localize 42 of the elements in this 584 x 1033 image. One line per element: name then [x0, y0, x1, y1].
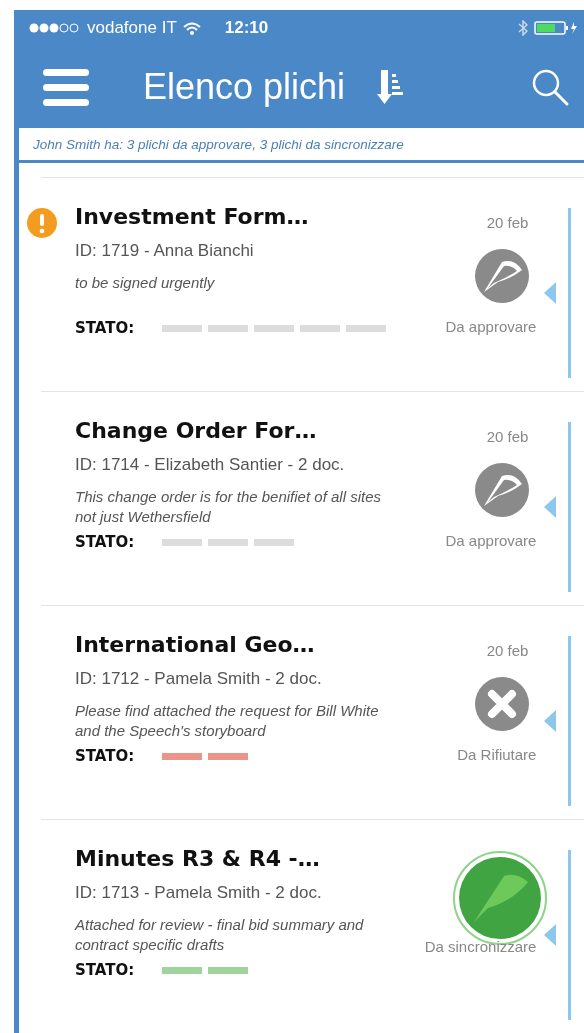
stato-label: STATO:: [75, 961, 135, 979]
swipe-arrow-icon: [544, 496, 557, 518]
sort-button[interactable]: [377, 68, 406, 106]
item-status: Da approvare: [445, 318, 537, 335]
item-status: Da approvare: [445, 532, 537, 549]
item-title: Change Order For…: [75, 418, 318, 443]
stato-label: STATO:: [75, 533, 135, 551]
item-note: Attached for review - final bid summary and contract specific drafts: [75, 915, 365, 955]
item-title: Investment Form…: [75, 204, 310, 229]
swipe-arrow-icon: [544, 924, 557, 946]
stato-label: STATO:: [75, 319, 135, 337]
item-date: 20 feb: [486, 214, 530, 233]
item-status: Da Rifiutare: [457, 746, 537, 763]
item-date: 20 feb: [486, 428, 530, 447]
carrier-name: vodafone IT: [87, 18, 177, 38]
signal-icon: [29, 22, 81, 34]
search-button[interactable]: [530, 67, 570, 107]
item-note: This change order is for the benifiet of all sites not just Wethersfield: [75, 487, 382, 527]
swipe-bar[interactable]: [568, 636, 572, 806]
item-note: Please find attached the request for Bill White and the Speech's storyboard: [75, 701, 380, 741]
bluetooth-icon: [518, 20, 528, 36]
item-date: 20 feb: [486, 642, 530, 661]
item-note: to be signed urgently: [75, 273, 216, 293]
battery-icon: [534, 21, 578, 35]
page-title: Elenco plichi: [143, 66, 346, 108]
stato-label: STATO:: [75, 747, 135, 765]
item-title: International Geo…: [75, 632, 316, 657]
item-meta: ID: 1714 - Elizabeth Santier - 2 doc.: [75, 455, 346, 475]
swipe-bar[interactable]: [568, 850, 572, 1020]
clock-time: 12:10: [224, 18, 269, 38]
swipe-bar[interactable]: [568, 422, 572, 592]
swipe-arrow-icon: [544, 710, 557, 732]
item-meta: ID: 1712 - Pamela Smith - 2 doc.: [75, 669, 323, 689]
swipe-arrow-icon: [544, 282, 557, 304]
item-title: Minutes R3 & R4 -…: [75, 846, 321, 871]
summary-text: John Smith ha: 3 plichi da approvare, 3 plichi da sincronizzare: [33, 136, 404, 152]
swipe-bar[interactable]: [568, 208, 572, 378]
item-meta: ID: 1713 - Pamela Smith - 2 doc.: [75, 883, 323, 903]
item-status: Da sincronizzare: [424, 938, 537, 955]
menu-button[interactable]: [43, 67, 89, 107]
item-meta: ID: 1719 - Anna Bianchi: [75, 241, 255, 261]
wifi-icon: [182, 21, 201, 35]
